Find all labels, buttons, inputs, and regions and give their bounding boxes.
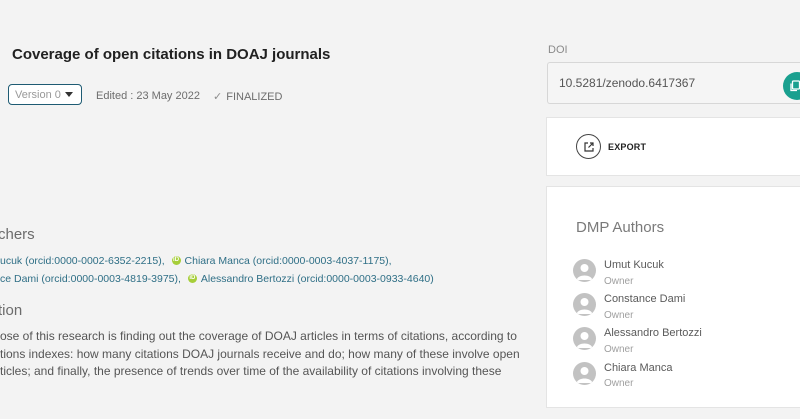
status-finalized: ✓ FINALIZED <box>213 90 282 103</box>
dmp-authors-title: DMP Authors <box>576 219 665 236</box>
researcher-link[interactable]: ce Dami (orcid:0000-0003-4819-3975), <box>0 273 181 285</box>
status-label: FINALIZED <box>226 91 283 103</box>
author-name: Chiara Manca <box>604 362 673 374</box>
researchers-heading: chers <box>0 226 35 243</box>
doi-value[interactable]: 10.5281/zenodo.6417367 <box>559 76 695 90</box>
version-select[interactable]: Version 0 <box>8 84 82 105</box>
author-role: Owner <box>604 276 634 287</box>
export-label[interactable]: EXPORT <box>608 142 646 152</box>
author-name: Constance Dami <box>604 293 686 305</box>
author-name: Umut Kucuk <box>604 259 664 271</box>
description-line: ose of this research is finding out the … <box>0 329 517 343</box>
author-role: Owner <box>604 344 634 355</box>
user-icon <box>576 264 593 280</box>
edited-date: Edited : 23 May 2022 <box>96 90 200 102</box>
user-icon <box>576 298 593 314</box>
external-link-icon <box>583 141 594 152</box>
user-icon <box>576 332 593 348</box>
avatar <box>573 362 596 385</box>
researcher-link[interactable]: Alessandro Bertozzi (orcid:0000-0003-093… <box>201 273 434 285</box>
researchers-line-2: ce Dami (orcid:0000-0003-4819-3975), iD A… <box>0 273 434 285</box>
orcid-icon: iD <box>171 255 181 265</box>
user-icon <box>576 367 593 383</box>
description-line: ticles; and finally, the presence of tre… <box>0 364 502 378</box>
author-name: Alessandro Bertozzi <box>604 327 702 339</box>
version-select-value: Version 0 <box>15 88 61 101</box>
researcher-link[interactable]: Chiara Manca (orcid:0000-0003-4037-1175)… <box>185 255 392 267</box>
page-title: Coverage of open citations in DOAJ journ… <box>12 46 331 63</box>
orcid-icon: iD <box>187 273 197 283</box>
author-role: Owner <box>604 378 634 389</box>
description-line: tions indexes: how many citations DOAJ j… <box>0 347 520 361</box>
researcher-link[interactable]: ucuk (orcid:0000-0002-6352-2215), <box>0 255 165 267</box>
export-button[interactable] <box>576 134 601 159</box>
copy-icon <box>790 80 800 92</box>
avatar <box>573 293 596 316</box>
avatar <box>573 259 596 282</box>
author-role: Owner <box>604 310 634 321</box>
check-icon: ✓ <box>213 91 223 103</box>
caret-down-icon <box>65 92 73 97</box>
avatar <box>573 327 596 350</box>
researchers-line-1: ucuk (orcid:0000-0002-6352-2215), iD Chia… <box>0 255 392 267</box>
doi-label: DOI <box>548 44 568 56</box>
description-heading: tion <box>0 302 23 319</box>
